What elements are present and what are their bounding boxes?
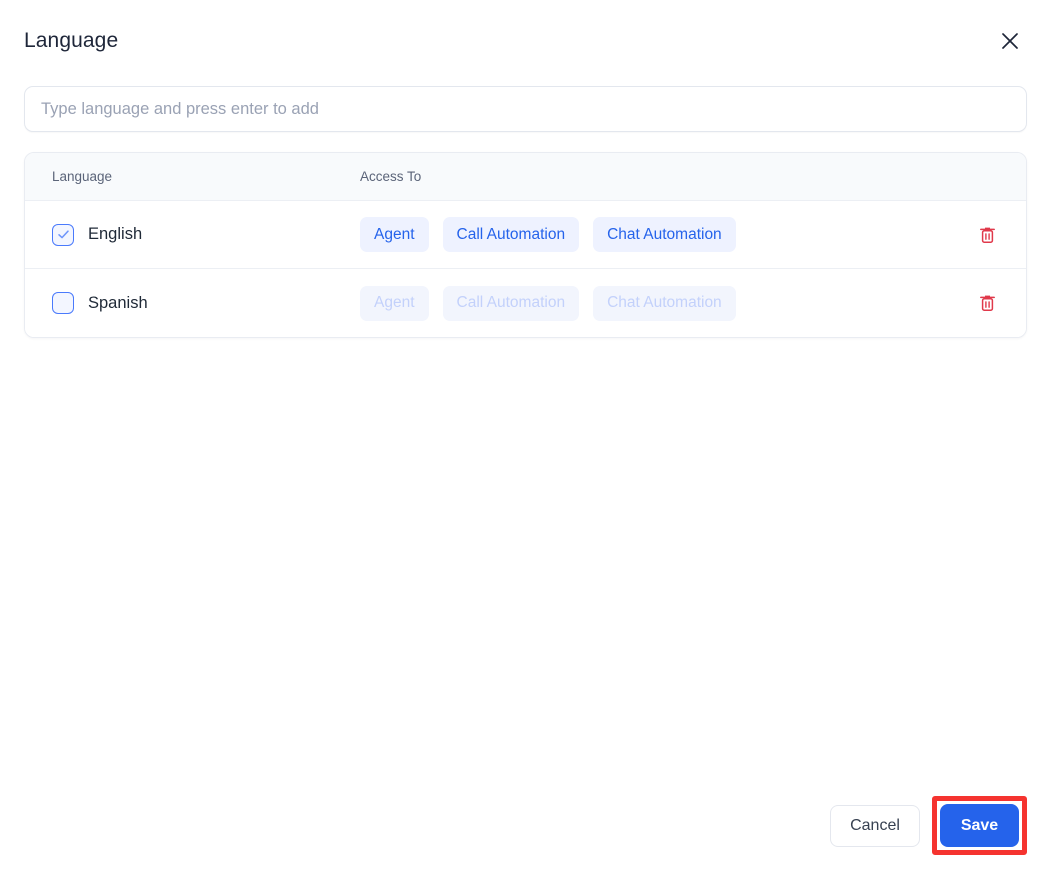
access-tag-agent: Agent [360,285,429,321]
close-icon [1001,32,1019,50]
language-name: Spanish [88,293,148,312]
dialog-footer: Cancel Save [830,796,1027,855]
table-row: English Agent Call Automation Chat Autom… [25,201,1026,269]
row-actions [948,222,1026,248]
row-actions [948,290,1026,316]
language-input[interactable] [24,86,1027,132]
access-tag-chat-automation[interactable]: Chat Automation [593,217,736,252]
delete-language-button[interactable] [974,222,1000,248]
access-tag-chat-automation: Chat Automation [593,285,736,321]
access-cell: Agent Call Automation Chat Automation [360,217,948,252]
column-header-language: Language [52,169,113,184]
page-title: Language [24,29,119,52]
language-table: Language Access To English Agent Call Au… [24,152,1027,338]
language-dialog: Language Language Access To [0,0,1051,879]
save-button[interactable]: Save [940,804,1019,847]
language-name: English [88,225,143,243]
language-cell: Spanish [25,292,360,314]
access-tag-agent[interactable]: Agent [360,217,429,252]
trash-icon [979,294,996,312]
table-header-row: Language Access To [25,153,1026,201]
table-row: Spanish Agent Call Automation Chat Autom… [25,269,1026,337]
close-button[interactable] [997,28,1023,54]
language-checkbox-english[interactable] [52,223,74,246]
delete-language-button[interactable] [974,290,1000,316]
language-cell: English [25,223,360,246]
trash-icon [979,226,996,244]
column-header-access-to: Access To [360,169,422,184]
access-cell: Agent Call Automation Chat Automation [360,285,948,321]
dialog-header: Language [0,0,1051,81]
cancel-button[interactable]: Cancel [830,804,920,847]
check-icon [57,228,70,241]
add-language-section [0,86,1051,132]
language-checkbox-spanish[interactable] [52,292,74,314]
access-tag-call-automation[interactable]: Call Automation [442,217,580,252]
access-tag-call-automation: Call Automation [442,285,580,321]
save-button-highlight: Save [932,796,1027,855]
